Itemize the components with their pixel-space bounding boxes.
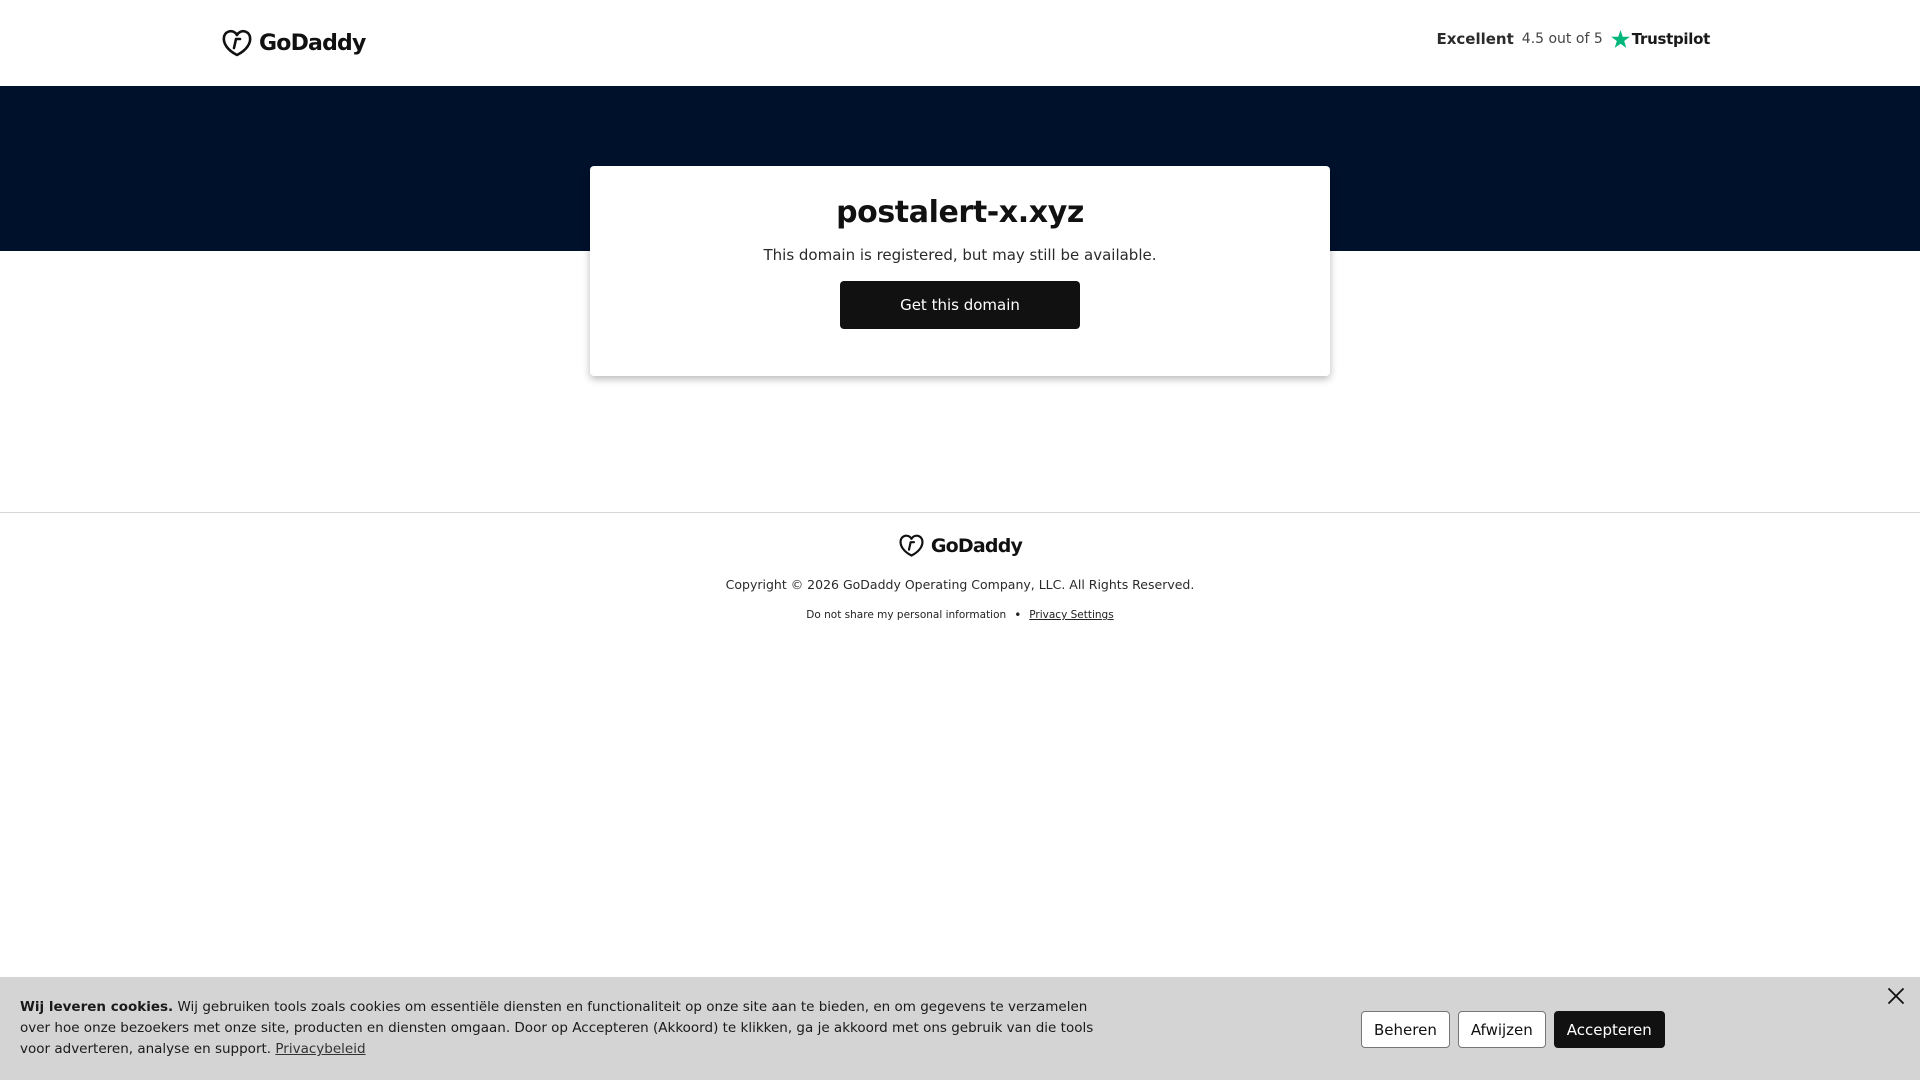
reject-cookies-button[interactable]: Afwijzen — [1457, 1011, 1546, 1048]
footer-links: Do not share my personal information • P… — [0, 608, 1920, 622]
get-domain-button[interactable]: Get this domain — [840, 281, 1080, 329]
godaddy-logo-icon — [899, 534, 924, 557]
trustpilot-star-icon — [1610, 30, 1630, 48]
cookie-actions: Beheren Afwijzen Accepteren — [1361, 1011, 1665, 1048]
trustpilot-text: Trustpilot — [1631, 30, 1711, 48]
domain-card: postalert-x.xyz This domain is registere… — [590, 166, 1330, 376]
site-header: GoDaddy Excellent 4.5 out of 5 Trustpilo… — [0, 0, 1920, 86]
close-cookie-banner-button[interactable] — [1884, 985, 1908, 1009]
rating-score: 4.5 out of 5 — [1521, 31, 1603, 47]
footer-separator: • — [1014, 608, 1022, 622]
copyright-text: Copyright © 2026 GoDaddy Operating Compa… — [725, 577, 1195, 592]
footer-logo[interactable]: GoDaddy — [898, 533, 1023, 558]
privacy-policy-link[interactable]: Privacybeleid — [275, 1041, 365, 1057]
close-icon — [1888, 987, 1904, 1004]
header-logo[interactable]: GoDaddy — [221, 28, 366, 58]
manage-cookies-button[interactable]: Beheren — [1361, 1011, 1450, 1048]
trustpilot-rating[interactable]: Excellent 4.5 out of 5 Trustpilot — [1436, 30, 1710, 48]
domain-name: postalert-x.xyz — [836, 195, 1084, 230]
rating-label: Excellent — [1436, 30, 1514, 48]
cookie-title: Wij leveren cookies. — [20, 999, 174, 1015]
logo-wordmark: GoDaddy — [930, 534, 1023, 557]
godaddy-logo-icon — [222, 29, 252, 57]
site-footer: GoDaddy Copyright © 2026 GoDaddy Operati… — [0, 512, 1920, 622]
domain-status-text: This domain is registered, but may still… — [763, 246, 1157, 264]
privacy-settings-link[interactable]: Privacy Settings — [1029, 609, 1113, 621]
cookie-body: Wij gebruiken tools zoals cookies om ess… — [20, 999, 1094, 1057]
accept-cookies-button[interactable]: Accepteren — [1553, 1011, 1665, 1048]
trustpilot-brand: Trustpilot — [1610, 30, 1711, 48]
cookie-message: Wij leveren cookies. Wij gebruiken tools… — [20, 997, 1100, 1060]
do-not-share-link[interactable]: Do not share my personal information — [806, 609, 1006, 621]
cookie-banner: Wij leveren cookies. Wij gebruiken tools… — [0, 977, 1920, 1080]
logo-wordmark: GoDaddy — [259, 30, 366, 56]
